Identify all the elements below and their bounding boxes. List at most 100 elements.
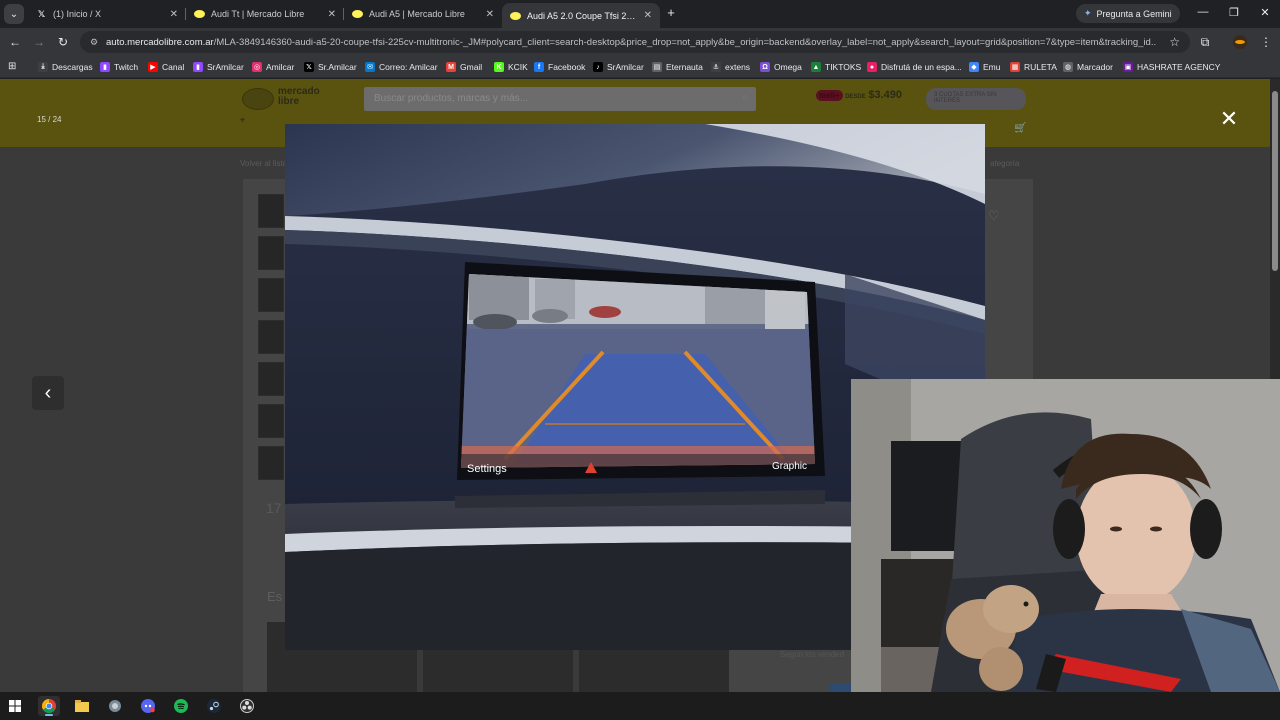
tab-2[interactable]: Audi Tt | Mercado Libre ✕ xyxy=(186,3,344,25)
site-info-icon[interactable]: ⚙ xyxy=(88,36,100,48)
tab-title: Audi A5 | Mercado Libre xyxy=(369,9,465,19)
tab-title: Audi A5 2.0 Coupe Tfsi 225cv M xyxy=(527,10,640,21)
bookmark-item[interactable]: ⚓ extens xyxy=(711,61,750,73)
gallery-thumb[interactable] xyxy=(258,236,284,270)
bookmark-item[interactable]: ⤓ Descargas xyxy=(38,61,93,73)
category-link[interactable]: ategoría xyxy=(990,159,1019,168)
close-icon[interactable]: ✕ xyxy=(644,10,652,21)
obs-icon[interactable] xyxy=(236,696,258,716)
file-explorer-icon[interactable] xyxy=(71,696,93,716)
tab-4-active[interactable]: Audi A5 2.0 Coupe Tfsi 225cv M ✕ xyxy=(502,3,660,28)
bookmark-label: Gmail xyxy=(460,62,483,72)
windows-start-icon[interactable] xyxy=(4,696,26,716)
minimize-icon[interactable]: — xyxy=(1196,6,1210,18)
bookmark-item[interactable]: ◍ Marcador xyxy=(1063,61,1113,73)
search-icon[interactable]: ⌕ xyxy=(742,92,748,103)
profile-avatar[interactable] xyxy=(1232,34,1248,50)
bookmark-item[interactable]: ♪ SrAmilcar xyxy=(593,61,644,73)
bookmarks-bar: ⊞ ⤓ Descargas ▮ Twitch ▶ Canal ▮ SrAmilcar ◎ Amil… xyxy=(0,56,1280,78)
new-tab-button[interactable]: + xyxy=(664,6,678,20)
scrollbar-thumb[interactable] xyxy=(1272,91,1278,271)
favorite-heart-icon[interactable]: ♡ xyxy=(988,208,1000,224)
cart-icon[interactable]: 🛒 xyxy=(1014,123,1026,134)
bookmark-item[interactable]: ▦ RULETA xyxy=(1010,61,1057,73)
section-title: Es xyxy=(267,589,283,604)
bookmark-item[interactable]: f Facebook xyxy=(534,61,585,73)
blue-button-fragment[interactable] xyxy=(830,683,852,692)
bookmark-item[interactable]: 𝕏 Sr.Amilcar xyxy=(304,61,357,73)
tab-3[interactable]: Audi A5 | Mercado Libre ✕ xyxy=(344,3,502,25)
bookmark-item[interactable]: Ω Omega xyxy=(760,61,802,73)
more-thumbs-count[interactable]: 17 xyxy=(266,500,282,516)
gemini-button[interactable]: ✦ Pregunta a Gemini xyxy=(1076,4,1180,23)
anchor-icon: ⚓ xyxy=(711,62,721,72)
close-icon[interactable]: ✕ xyxy=(170,9,178,20)
bookmark-item[interactable]: ▮ Twitch xyxy=(100,61,138,73)
bookmark-label: SrAmilcar xyxy=(207,62,244,72)
gallery-thumb[interactable] xyxy=(258,320,284,354)
bookmark-item[interactable]: ◆ Emu xyxy=(969,61,1000,73)
bookmark-item[interactable]: ▮ SrAmilcar xyxy=(193,61,244,73)
discord-icon[interactable] xyxy=(137,696,159,716)
reload-icon[interactable]: ↻ xyxy=(55,34,71,50)
bookmark-item[interactable]: ▲ TIKTOKS xyxy=(811,61,861,73)
bookmark-item[interactable]: ▤ Eternauta xyxy=(652,61,703,73)
bookmark-item[interactable]: ◎ Amilcar xyxy=(252,61,294,73)
close-icon[interactable]: ✕ xyxy=(486,9,494,20)
tiktok-icon: ♪ xyxy=(593,62,603,72)
search-placeholder: Buscar productos, marcas y más... xyxy=(374,93,528,104)
meli-plus-badge: meli+ xyxy=(816,90,843,101)
bookmark-item[interactable]: K KCIK xyxy=(494,61,528,73)
forward-arrow-icon[interactable]: → xyxy=(31,34,47,50)
gallery-thumb[interactable] xyxy=(258,446,284,480)
bookmark-label: HASHRATE AGENCY xyxy=(1137,62,1221,72)
back-arrow-icon[interactable]: ← xyxy=(7,34,23,50)
close-icon[interactable]: ✕ xyxy=(328,9,336,20)
bookmark-label: Facebook xyxy=(548,62,586,72)
lightbox-prev-arrow-icon[interactable]: ‹ xyxy=(32,376,64,410)
installments-promo[interactable]: 3 CUOTAS EXTRA SIN INTERÉS xyxy=(926,88,1026,110)
bookmark-item[interactable]: ▣ HASHRATE AGENCY xyxy=(1123,61,1220,73)
bookmark-star-icon[interactable]: ☆ xyxy=(1169,35,1180,49)
address-bar[interactable]: ⚙ auto.mercadolibre.com.ar/MLA-384914636… xyxy=(80,31,1190,53)
browser-toolbar: ← → ↻ ⚙ auto.mercadolibre.com.ar/MLA-384… xyxy=(0,28,1280,56)
window-close-icon[interactable]: ✕ xyxy=(1258,6,1272,19)
location-pin-icon[interactable]: ⌖ xyxy=(240,115,245,126)
gallery-thumb[interactable] xyxy=(258,362,284,396)
kick-icon: K xyxy=(494,62,504,72)
installments-text: 3 CUOTAS EXTRA SIN INTERÉS xyxy=(934,92,997,104)
chrome-icon[interactable] xyxy=(38,696,60,716)
bookmark-label: SrAmilcar xyxy=(607,62,644,72)
bookmark-label: Disfrutá de un espa... xyxy=(881,62,962,72)
twitch-icon: ▮ xyxy=(100,62,110,72)
menu-kebab-icon[interactable]: ⋮ xyxy=(1258,34,1274,50)
seller-info-text: Según los vended xyxy=(780,650,845,659)
bookmark-item[interactable]: ● Disfrutá de un espa... xyxy=(867,61,962,73)
bookmark-item[interactable]: M Gmail xyxy=(446,61,482,73)
mercadolibre-logo[interactable]: mercado libre xyxy=(242,87,332,111)
bookmark-label: Twitch xyxy=(114,62,139,72)
steam-icon[interactable] xyxy=(203,696,225,716)
gallery-thumb[interactable] xyxy=(258,404,284,438)
bookmark-item[interactable]: ▶ Canal xyxy=(148,61,184,73)
app-icon[interactable] xyxy=(104,696,126,716)
meli-promo[interactable]: meli+ DESDE $3.490 xyxy=(816,89,902,101)
extensions-icon[interactable]: ⧉ xyxy=(1197,34,1213,50)
tab-search-button[interactable]: ⌄ xyxy=(4,4,24,24)
promo-from-label: DESDE xyxy=(845,94,866,100)
apps-grid-icon[interactable]: ⊞ xyxy=(8,61,16,72)
grid-icon: ▦ xyxy=(1010,62,1020,72)
x-icon: 𝕏 xyxy=(304,62,314,72)
gallery-thumb[interactable] xyxy=(258,194,284,228)
bookmark-item[interactable]: ✉ Correo: Amilcar xyxy=(365,61,438,73)
url-text[interactable]: auto.mercadolibre.com.ar/MLA-3849146360-… xyxy=(106,37,1156,48)
windows-taskbar xyxy=(0,692,1280,720)
lightbox-close-icon[interactable]: ✕ xyxy=(1218,108,1240,130)
gallery-thumb[interactable] xyxy=(258,278,284,312)
tab-1[interactable]: 𝕏 (1) Inicio / X ✕ xyxy=(28,3,186,25)
youtube-icon: ▶ xyxy=(148,62,158,72)
restore-icon[interactable]: ❐ xyxy=(1227,6,1241,19)
spotify-icon[interactable] xyxy=(170,696,192,716)
drive-icon: ▲ xyxy=(811,62,821,72)
ml-search-input[interactable]: Buscar productos, marcas y más... ⌕ xyxy=(364,87,756,111)
